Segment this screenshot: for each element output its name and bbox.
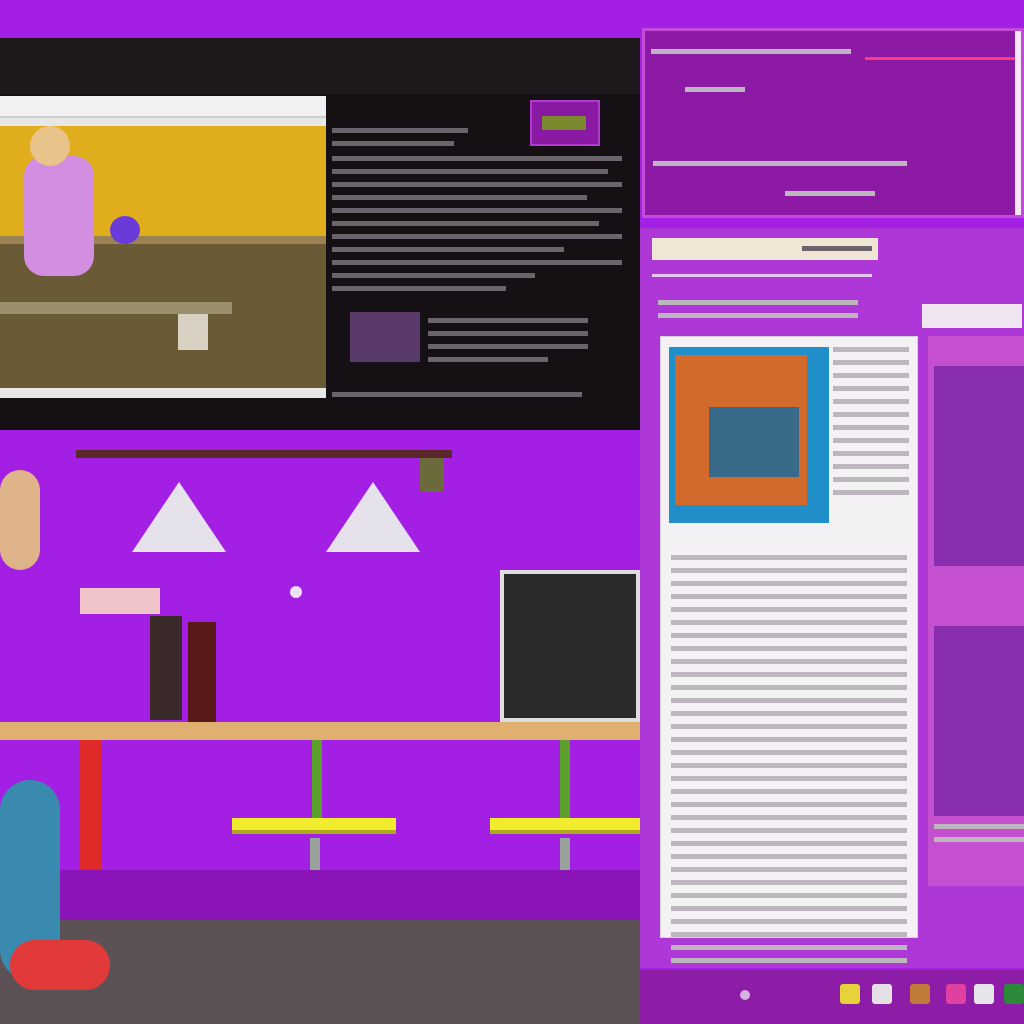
app-icon-6[interactable]	[1004, 984, 1024, 1004]
video-toolbar	[0, 96, 326, 118]
article-thumbnail	[530, 100, 600, 146]
document-viewer	[640, 228, 1024, 976]
bar-stool	[490, 818, 640, 834]
start-icon[interactable]	[740, 990, 750, 1000]
app-icon-2[interactable]	[872, 984, 892, 1004]
app-icon-1[interactable]	[840, 984, 860, 1004]
ceiling-lamp	[132, 482, 226, 552]
settings-window	[642, 28, 1024, 218]
bar-illustration	[0, 440, 640, 1024]
embedded-image	[350, 312, 420, 362]
app-icon-5[interactable]	[974, 984, 994, 1004]
app-icon-3[interactable]	[910, 984, 930, 1004]
bar-counter	[0, 722, 640, 740]
bar-stool	[232, 818, 396, 834]
ceiling-lamp	[326, 482, 420, 552]
window-titlebar	[0, 38, 640, 94]
video-window	[0, 38, 640, 430]
doc-page	[660, 336, 918, 976]
app-icon-4[interactable]	[946, 984, 966, 1004]
video-player[interactable]	[0, 96, 326, 398]
taskbar	[640, 970, 1024, 1024]
video-frame[interactable]	[0, 126, 326, 388]
article-column	[332, 100, 632, 408]
doc-tab[interactable]	[922, 304, 1022, 328]
doc-side-panel	[928, 336, 1024, 886]
doc-figure	[669, 347, 829, 523]
tv-screen	[500, 570, 640, 722]
scrollbar[interactable]	[1015, 31, 1021, 215]
doc-search-bar[interactable]	[652, 238, 878, 260]
slider-track[interactable]	[865, 57, 1015, 60]
